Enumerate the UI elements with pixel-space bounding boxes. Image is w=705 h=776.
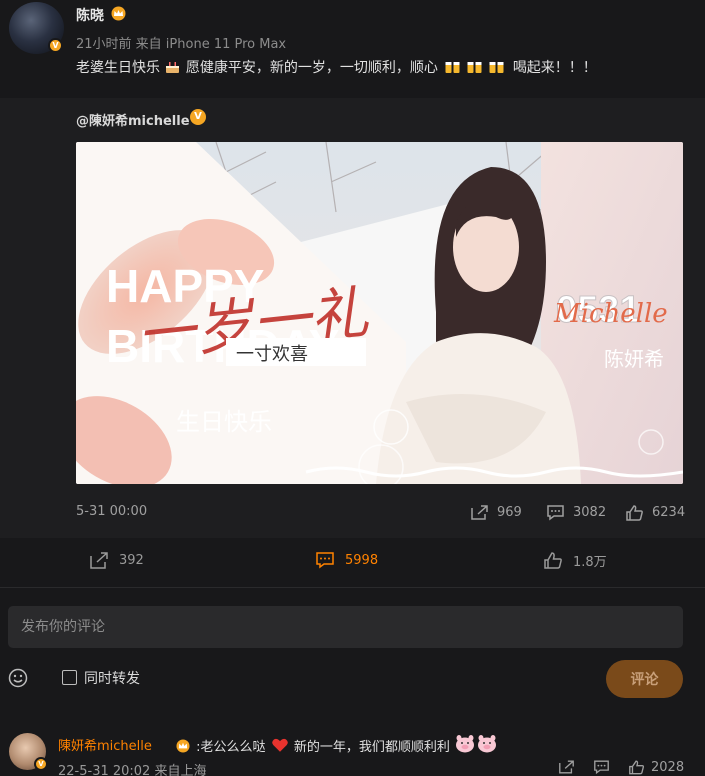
post-meta: 21小时前 来自 iPhone 11 Pro Max <box>76 37 287 52</box>
reposted-card[interactable]: @陳妍希michelle V HAPPY BIRTHDAY 一岁一礼 一寸欢喜 … <box>0 98 705 538</box>
post-text-part: 喝起来！！！ <box>512 60 597 76</box>
beer-icon <box>467 62 482 73</box>
comment-text-part: 新的一年，我们都顺顺利利 <box>293 740 450 755</box>
share-icon <box>90 551 108 569</box>
action-bar: 392 5998 1.8万 <box>0 538 705 588</box>
comment-item: V 陳妍希michelle :老公么么哒 新的一年，我们都顺顺利利 22-5-3… <box>0 725 705 776</box>
crown-icon <box>111 6 126 21</box>
birthday-artwork: HAPPY BIRTHDAY 一岁一礼 一寸欢喜 生日快乐 0531 Miche… <box>76 142 683 484</box>
post-author[interactable]: 陈晓 <box>76 5 104 25</box>
cake-icon <box>166 62 180 73</box>
post-text-part: 老婆生日快乐 <box>76 60 160 76</box>
like-count: 1.8万 <box>573 554 607 570</box>
repost-share-stat[interactable]: 969 <box>470 502 522 522</box>
crown-icon <box>176 739 190 753</box>
greeting-text: 生日快乐 <box>176 408 272 436</box>
like-button[interactable]: 1.8万 <box>543 549 607 571</box>
birthday-image[interactable]: HAPPY BIRTHDAY 一岁一礼 一寸欢喜 生日快乐 0531 Miche… <box>76 142 683 484</box>
submit-comment-button[interactable]: 评论 <box>606 660 683 698</box>
comment-icon <box>594 760 609 775</box>
pig-face-icon <box>455 735 474 753</box>
like-icon <box>629 760 644 775</box>
share-icon <box>559 760 574 774</box>
repost-like-count: 6234 <box>652 504 686 520</box>
verified-icon: V <box>48 38 63 53</box>
verified-icon: V <box>190 109 206 125</box>
also-repost-checkbox[interactable] <box>62 670 77 685</box>
comment-share-button[interactable] <box>558 758 575 776</box>
repost-comment-count: 3082 <box>573 504 607 520</box>
comment-count: 5998 <box>345 552 379 568</box>
comment-meta: 22-5-31 20:02 来自上海 <box>58 764 207 776</box>
repost-comment-stat[interactable]: 3082 <box>546 502 606 522</box>
beer-icon <box>445 62 460 73</box>
share-count: 392 <box>119 552 144 568</box>
repost-share-count: 969 <box>497 504 522 520</box>
repost-footer: 5-31 00:00 969 3082 6234 <box>0 502 705 524</box>
share-icon <box>471 504 488 520</box>
original-post: V 陈晓 21小时前 来自 iPhone 11 Pro Max 老婆生日快乐 愿… <box>0 0 705 538</box>
post-text-part: 愿健康平安，新的一岁，一切顺利，顺心 <box>185 60 438 76</box>
comment-icon <box>316 551 334 568</box>
verified-icon: V <box>34 757 48 771</box>
subtitle-text: 一寸欢喜 <box>236 344 308 365</box>
share-button[interactable]: 392 <box>89 549 144 571</box>
repost-date: 5-31 00:00 <box>76 504 148 519</box>
comment-author[interactable]: 陳妍希michelle <box>58 735 152 754</box>
also-repost-label[interactable]: 同时转发 <box>84 668 140 688</box>
signature-text: Michelle <box>553 299 668 329</box>
post-text: 老婆生日快乐 愿健康平安，新的一岁，一切顺利，顺心 喝起来！！！ <box>76 57 597 77</box>
repost-like-stat[interactable]: 6234 <box>625 502 685 522</box>
like-icon <box>626 504 643 521</box>
comment-icon <box>547 504 564 520</box>
beer-icon <box>489 62 504 73</box>
emoji-icon[interactable] <box>8 668 28 688</box>
pig-face-icon <box>477 735 496 753</box>
name-text: 陈妍希 <box>604 347 664 371</box>
comment-like-button[interactable]: 2028 <box>628 758 684 776</box>
repost-author[interactable]: @陳妍希michelle <box>76 110 190 129</box>
comment-input[interactable] <box>8 606 683 648</box>
comment-text: :老公么么哒 新的一年，我们都顺顺利利 <box>174 735 498 755</box>
like-icon <box>544 551 562 569</box>
heart-icon <box>271 738 288 752</box>
comment-like-count: 2028 <box>651 759 685 775</box>
comment-button[interactable]: 5998 <box>315 549 378 571</box>
comment-reply-button[interactable] <box>593 758 610 776</box>
comment-text-part: :老公么么哒 <box>196 740 266 755</box>
